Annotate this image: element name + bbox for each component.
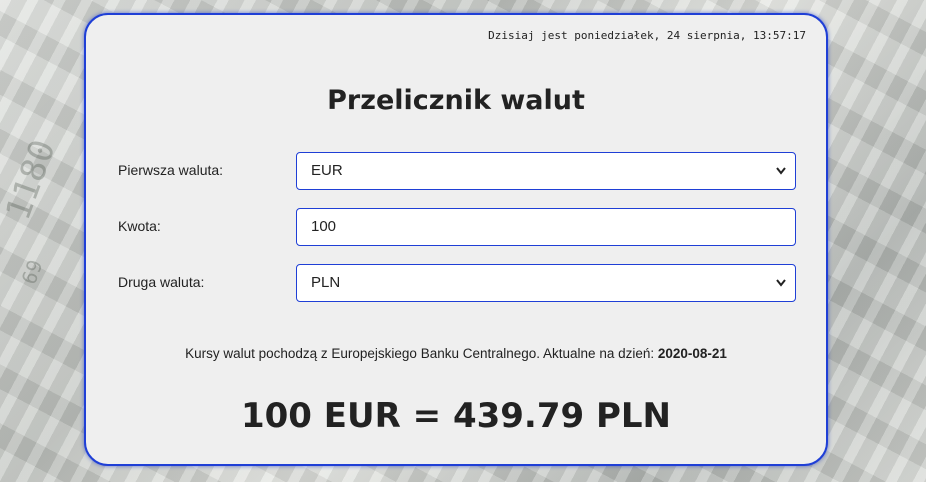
page-title: Przelicznik walut xyxy=(327,85,585,116)
amount-input[interactable]: 100 xyxy=(296,208,796,246)
chevron-down-icon xyxy=(775,153,787,203)
background-banknote-text: 1180 xyxy=(0,134,64,226)
chevron-down-icon xyxy=(775,265,787,315)
second-currency-row: Druga waluta: PLN xyxy=(118,264,798,302)
amount-row: Kwota: 100 xyxy=(118,208,798,246)
amount-value: 100 xyxy=(311,218,337,235)
rates-info: Kursy walut pochodzą z Europejskiego Ban… xyxy=(86,346,826,361)
amount-label: Kwota: xyxy=(118,218,161,234)
converter-card: Dzisiaj jest poniedziałek, 24 sierpnia, … xyxy=(84,13,828,466)
rates-info-text: Kursy walut pochodzą z Europejskiego Ban… xyxy=(185,346,655,361)
current-datetime: Dzisiaj jest poniedziałek, 24 sierpnia, … xyxy=(488,29,806,42)
second-currency-select[interactable]: PLN xyxy=(296,264,796,302)
second-currency-value: PLN xyxy=(311,274,341,291)
first-currency-value: EUR xyxy=(311,162,343,179)
background-banknote-text: 69 xyxy=(16,256,48,288)
first-currency-row: Pierwsza waluta: EUR xyxy=(118,152,798,190)
rates-date: 2020-08-21 xyxy=(657,346,727,361)
second-currency-label: Druga waluta: xyxy=(118,274,205,290)
conversion-result: 100 EUR = 439.79 PLN xyxy=(240,396,672,436)
first-currency-label: Pierwsza waluta: xyxy=(118,162,224,178)
first-currency-select[interactable]: EUR xyxy=(296,152,796,190)
